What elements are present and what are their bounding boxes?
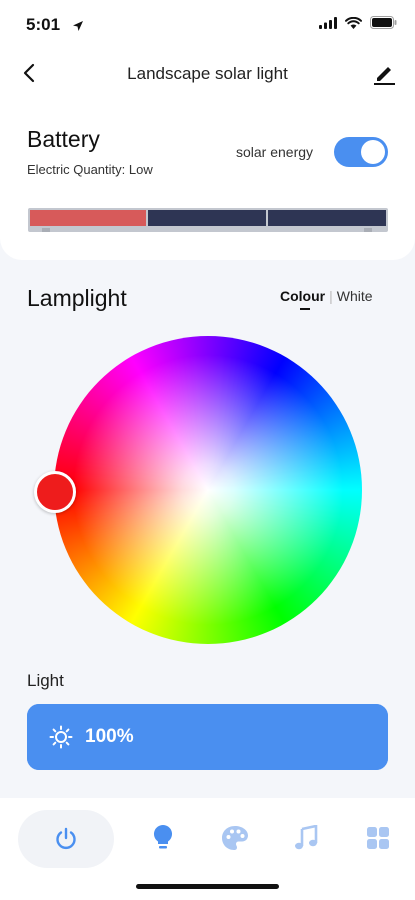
battery-bar-foot [42,228,50,232]
location-arrow-icon [72,19,84,37]
home-indicator [136,884,279,889]
palette-icon [222,826,248,850]
tab-white[interactable]: White [337,288,373,304]
battery-level-bar [28,208,388,232]
brightness-value: 100% [85,726,134,747]
nav-scene-button[interactable] [207,810,263,866]
brightness-fill [27,704,388,770]
wifi-icon [345,16,362,34]
color-wheel[interactable] [54,336,362,644]
back-button[interactable] [14,58,44,88]
solar-energy-label: solar energy [236,144,314,160]
battery-segment-3 [268,210,386,226]
toggle-knob [361,140,385,164]
battery-segment-2 [148,210,266,226]
page-title: Landscape solar light [127,64,288,83]
solar-energy-toggle[interactable] [334,137,388,167]
battery-bar-foot [364,228,372,232]
grid-icon [367,827,389,849]
nav-more-button[interactable] [350,810,406,866]
status-time: 5:01 [26,15,61,34]
power-icon [56,827,76,850]
tab-colour[interactable]: Colour [280,288,325,304]
pencil-icon [374,67,395,85]
nav-music-button[interactable] [278,810,334,866]
tab-separator: | [329,288,333,304]
light-label: Light [27,671,64,690]
sun-icon [49,725,73,749]
color-picker-handle[interactable] [34,471,76,513]
battery-level-text: Electric Quantity: Low [27,162,153,177]
music-icon [295,825,318,850]
brightness-slider[interactable]: 100% [27,704,388,770]
bulb-icon [153,824,173,849]
status-icons [319,16,397,34]
battery-title: Battery [27,126,100,152]
battery-segment-1 [30,210,146,226]
lamplight-title: Lamplight [27,285,127,311]
chevron-left-icon [23,63,35,83]
nav-light-button[interactable] [135,810,191,866]
edit-button[interactable] [369,58,399,88]
signal-icon [319,16,337,34]
battery-status-icon [370,16,397,34]
active-tab-indicator [300,308,310,310]
mode-tabs: Colour | White [280,288,373,310]
nav-power-button[interactable] [18,810,114,868]
